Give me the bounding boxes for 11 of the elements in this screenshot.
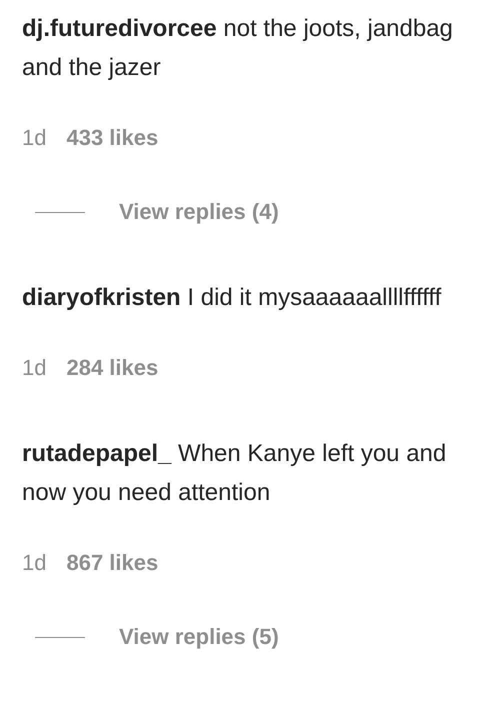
comment-time: 1d xyxy=(22,354,46,382)
view-replies-link[interactable]: View replies (4) xyxy=(119,193,279,231)
comment-text: dj.futuredivorcee not the joots, jandbag and the jazer xyxy=(22,14,454,83)
likes-count[interactable]: 433 likes xyxy=(66,119,158,157)
likes-count[interactable]: 284 likes xyxy=(66,349,158,387)
view-replies-link[interactable]: View replies (5) xyxy=(119,618,279,656)
comment-text: rutadepapel_ When Kanye left you and now you need attention xyxy=(22,439,448,508)
comment-text: diaryofkristen I did it mysaaaaaallllffffff xyxy=(22,283,442,313)
likes-count[interactable]: 867 likes xyxy=(66,544,158,582)
comment-time: 1d xyxy=(22,549,46,577)
comment-time: 1d xyxy=(22,124,46,152)
